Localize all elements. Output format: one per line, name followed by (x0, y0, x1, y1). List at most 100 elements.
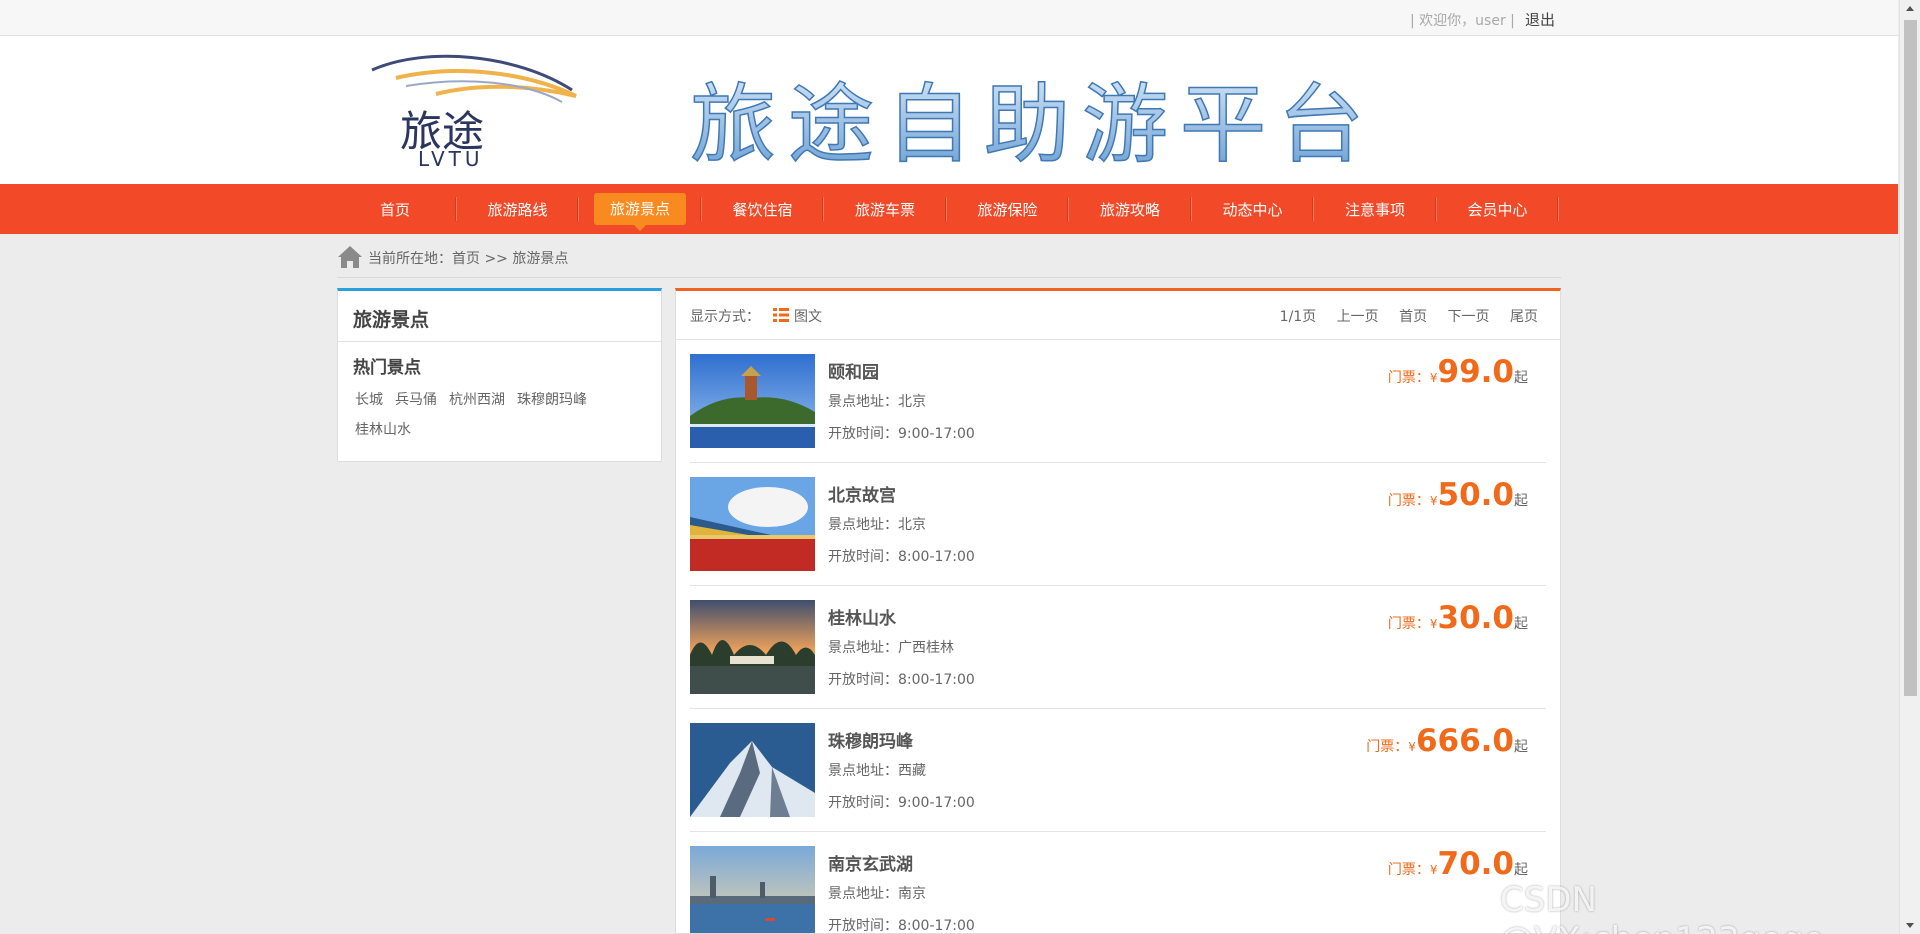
home-icon (338, 246, 362, 268)
hot-spot-tag[interactable]: 长城 (355, 389, 383, 411)
price-label: 门票： (1387, 370, 1430, 386)
spot-photo[interactable] (690, 600, 815, 694)
hot-spot-tag[interactable]: 兵马俑 (395, 389, 437, 411)
nav-separator (454, 197, 456, 221)
spot-row: 颐和园景点地址：北京开放时间：9:00-17:00 门票：¥99.0起 (690, 340, 1546, 463)
spot-hours: 开放时间：8:00-17:00 (828, 549, 975, 565)
nav-separator (1312, 197, 1313, 221)
spot-name[interactable]: 颐和园 (828, 358, 879, 383)
yen-symbol: ¥ (1408, 740, 1416, 754)
spot-address: 景点地址：北京 (828, 394, 926, 410)
scroll-down-icon[interactable] (1906, 923, 1914, 928)
sidebar-panel: 旅游景点 热门景点 长城 兵马俑 杭州西湖 珠穆朗玛峰桂林山水 (337, 288, 662, 462)
nav-separator (1067, 197, 1068, 221)
yen-symbol: ¥ (1429, 371, 1438, 385)
page-info: 1/1页 (1279, 309, 1317, 325)
nav-separator (944, 197, 946, 221)
spot-address: 景点地址：西藏 (828, 763, 926, 779)
spot-row: 珠穆朗玛峰景点地址：西藏开放时间：9:00-17:00 门票：¥666.0起 (690, 709, 1546, 832)
logo-en-text: LVTU (418, 147, 483, 168)
list-toolbar: 显示方式： 图文 1/1页 上一页 首页 下一页 尾页 (676, 291, 1560, 340)
top-bar: | 欢迎你，user | 退出 (0, 0, 1898, 36)
sidebar-title: 旅游景点 (353, 309, 430, 331)
nav-item-label: 旅游景点 (593, 193, 686, 231)
hot-spot-tag[interactable]: 珠穆朗玛峰 (517, 389, 587, 411)
banner-text: 旅途自助游平台 (690, 75, 1376, 168)
breadcrumb-text: 当前所在地：首页 >> 旅游景点 (368, 251, 569, 267)
spot-name[interactable]: 珠穆朗玛峰 (828, 727, 913, 752)
nav-item[interactable]: 餐饮住宿 (702, 184, 824, 234)
scroll-up-icon[interactable] (1906, 6, 1914, 11)
price-value: 50.0 (1437, 477, 1515, 513)
yen-symbol: ¥ (1429, 617, 1438, 631)
breadcrumb: 当前所在地：首页 >> 旅游景点 (337, 244, 1561, 278)
site-logo[interactable]: 旅途 LVTU (366, 50, 582, 168)
spot-hours: 开放时间：9:00-17:00 (828, 426, 975, 442)
nav-item[interactable]: 旅游路线 (457, 184, 579, 234)
spot-price: 门票：¥666.0起 (1366, 723, 1528, 759)
hot-spot-tag[interactable]: 桂林山水 (355, 419, 411, 441)
logout-link[interactable]: 退出 (1525, 9, 1555, 30)
first-page-link[interactable]: 首页 (1399, 309, 1427, 325)
nav-item-label: 注意事项 (1344, 200, 1405, 219)
nav-item[interactable]: 注意事项 (1314, 184, 1436, 234)
spot-name[interactable]: 北京故宫 (828, 481, 896, 506)
spot-photo[interactable] (690, 477, 815, 571)
nav-item[interactable]: 旅游保险 (947, 184, 1069, 234)
spot-list-panel: 显示方式： 图文 1/1页 上一页 首页 下一页 尾页 颐和园景点地址：北京开放… (675, 288, 1561, 934)
spot-row: 桂林山水景点地址：广西桂林开放时间：8:00-17:00 门票：¥30.0起 (690, 586, 1546, 709)
spot-name[interactable]: 桂林山水 (828, 604, 896, 629)
spot-photo[interactable] (690, 846, 815, 933)
price-label: 门票： (1387, 862, 1430, 878)
nav-item[interactable]: 会员中心 (1437, 184, 1559, 234)
nav-item-label: 旅游保险 (977, 200, 1038, 219)
nav-separator (577, 197, 578, 221)
nav-item[interactable]: 旅游景点 (579, 184, 701, 234)
price-suffix: 起 (1514, 862, 1528, 878)
price-value: 666.0 (1415, 723, 1514, 759)
price-value: 30.0 (1437, 600, 1515, 636)
price-suffix: 起 (1514, 370, 1528, 386)
main-nav: 首页 旅游路线 旅游景点 餐饮住宿 旅游车票 旅游保险 旅游攻略 动态中心 注意事项 会员中心 (0, 184, 1898, 234)
spot-hours: 开放时间：9:00-17:00 (828, 795, 975, 811)
price-value: 70.0 (1437, 846, 1515, 882)
price-label: 门票： (1366, 739, 1409, 755)
yen-symbol: ¥ (1429, 494, 1438, 508)
spot-name[interactable]: 南京玄武湖 (828, 850, 913, 875)
next-page-link[interactable]: 下一页 (1448, 309, 1490, 325)
spot-row: 南京玄武湖景点地址：南京开放时间：8:00-17:00 门票：¥70.0起 (690, 832, 1546, 934)
view-mode-label: 显示方式： (690, 309, 760, 325)
spot-hours: 开放时间：8:00-17:00 (828, 918, 975, 934)
nav-item-label: 旅游攻略 (1099, 200, 1160, 219)
price-suffix: 起 (1514, 493, 1528, 509)
spot-row: 北京故宫 景点地址：北京 开放时间：8:00-17:00 门票：¥50.0起 (690, 463, 1546, 586)
watermark: CSDN @VX:chen123gogo (1500, 880, 1824, 934)
spot-photo[interactable] (690, 354, 815, 448)
scrollbar-thumb[interactable] (1904, 20, 1917, 696)
spot-list: 颐和园 景点地址：北京 开放时间：9:00-17:00 门票：¥99.0起 北京故宫 景点… (690, 340, 1546, 934)
list-view-icon[interactable] (773, 308, 789, 322)
spot-price: 门票：¥70.0起 (1388, 846, 1528, 882)
hot-spot-tags: 长城 兵马俑 杭州西湖 珠穆朗玛峰桂林山水 (355, 389, 645, 449)
hot-spot-tag[interactable]: 杭州西湖 (449, 389, 505, 411)
price-label: 门票： (1387, 616, 1430, 632)
spot-photo[interactable] (690, 723, 815, 817)
nav-item[interactable]: 旅游车票 (824, 184, 946, 234)
prev-page-link[interactable]: 上一页 (1337, 309, 1379, 325)
spot-address: 景点地址：南京 (828, 886, 926, 902)
view-mode-picture-text[interactable]: 图文 (794, 306, 822, 326)
nav-item[interactable]: 动态中心 (1192, 184, 1314, 234)
spot-address: 景点地址：广西桂林 (828, 640, 954, 656)
spot-price: 门票：¥99.0起 (1388, 354, 1528, 390)
spot-price: 门票：¥30.0起 (1388, 600, 1528, 636)
spot-hours: 开放时间：8:00-17:00 (828, 672, 975, 688)
nav-item[interactable]: 首页 (334, 184, 456, 234)
sidebar-divider (338, 341, 661, 342)
last-page-link[interactable]: 尾页 (1510, 309, 1538, 325)
price-label: 门票： (1387, 493, 1430, 509)
page-scrollbar[interactable] (1899, 0, 1920, 934)
nav-separator (1434, 197, 1436, 221)
nav-item[interactable]: 旅游攻略 (1069, 184, 1191, 234)
welcome-text: | 欢迎你，user | (1410, 13, 1515, 29)
nav-item-label: 旅游车票 (854, 200, 915, 219)
